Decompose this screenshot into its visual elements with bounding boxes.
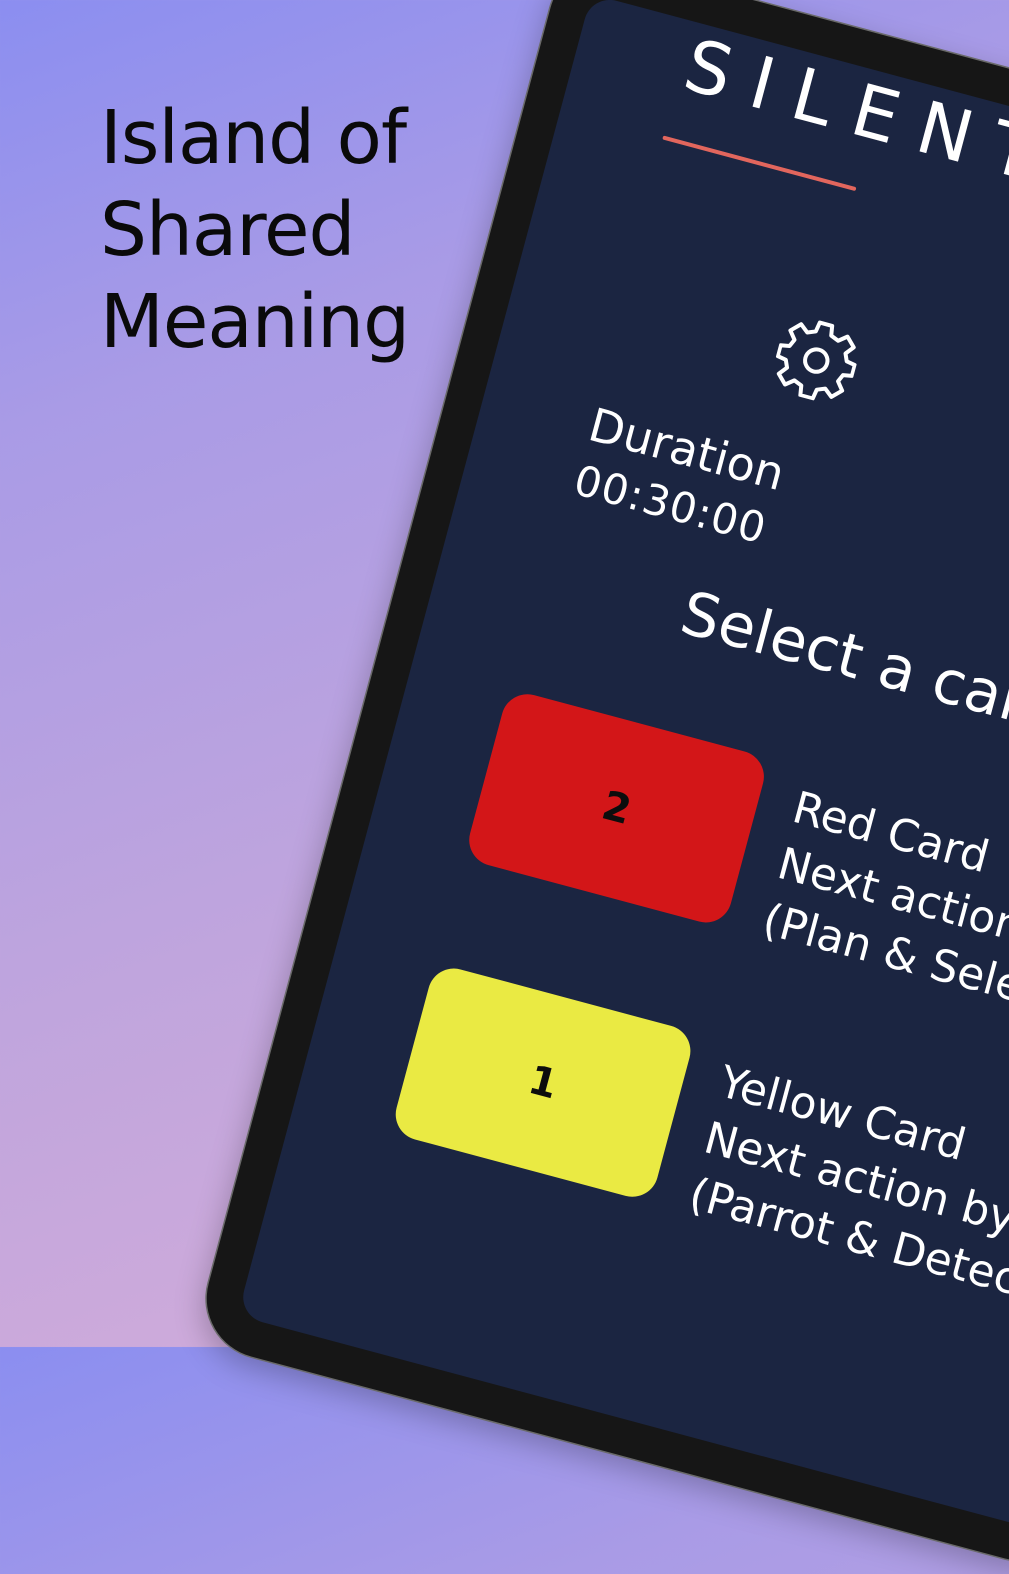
gear-icon-graphic: [775, 320, 857, 401]
headline: Island of Shared Meaning: [100, 92, 520, 368]
yellow-card-description: Yellow Card Next action by (Parrot & Det…: [683, 1054, 1009, 1319]
headline-line-1: Island of: [100, 95, 407, 181]
red-card-count: 2: [597, 782, 636, 835]
red-card-description: Red Card Next action by (Plan & Select): [756, 779, 1009, 1031]
red-card-button[interactable]: 2: [463, 688, 770, 929]
yellow-card-button[interactable]: 1: [389, 962, 697, 1203]
yellow-card-count: 1: [523, 1056, 563, 1109]
gear-icon[interactable]: [767, 311, 865, 409]
app-logo: SILENT: [675, 22, 1009, 203]
headline-line-2: Shared: [100, 187, 356, 273]
select-card-title: Select a card: [673, 577, 1009, 747]
